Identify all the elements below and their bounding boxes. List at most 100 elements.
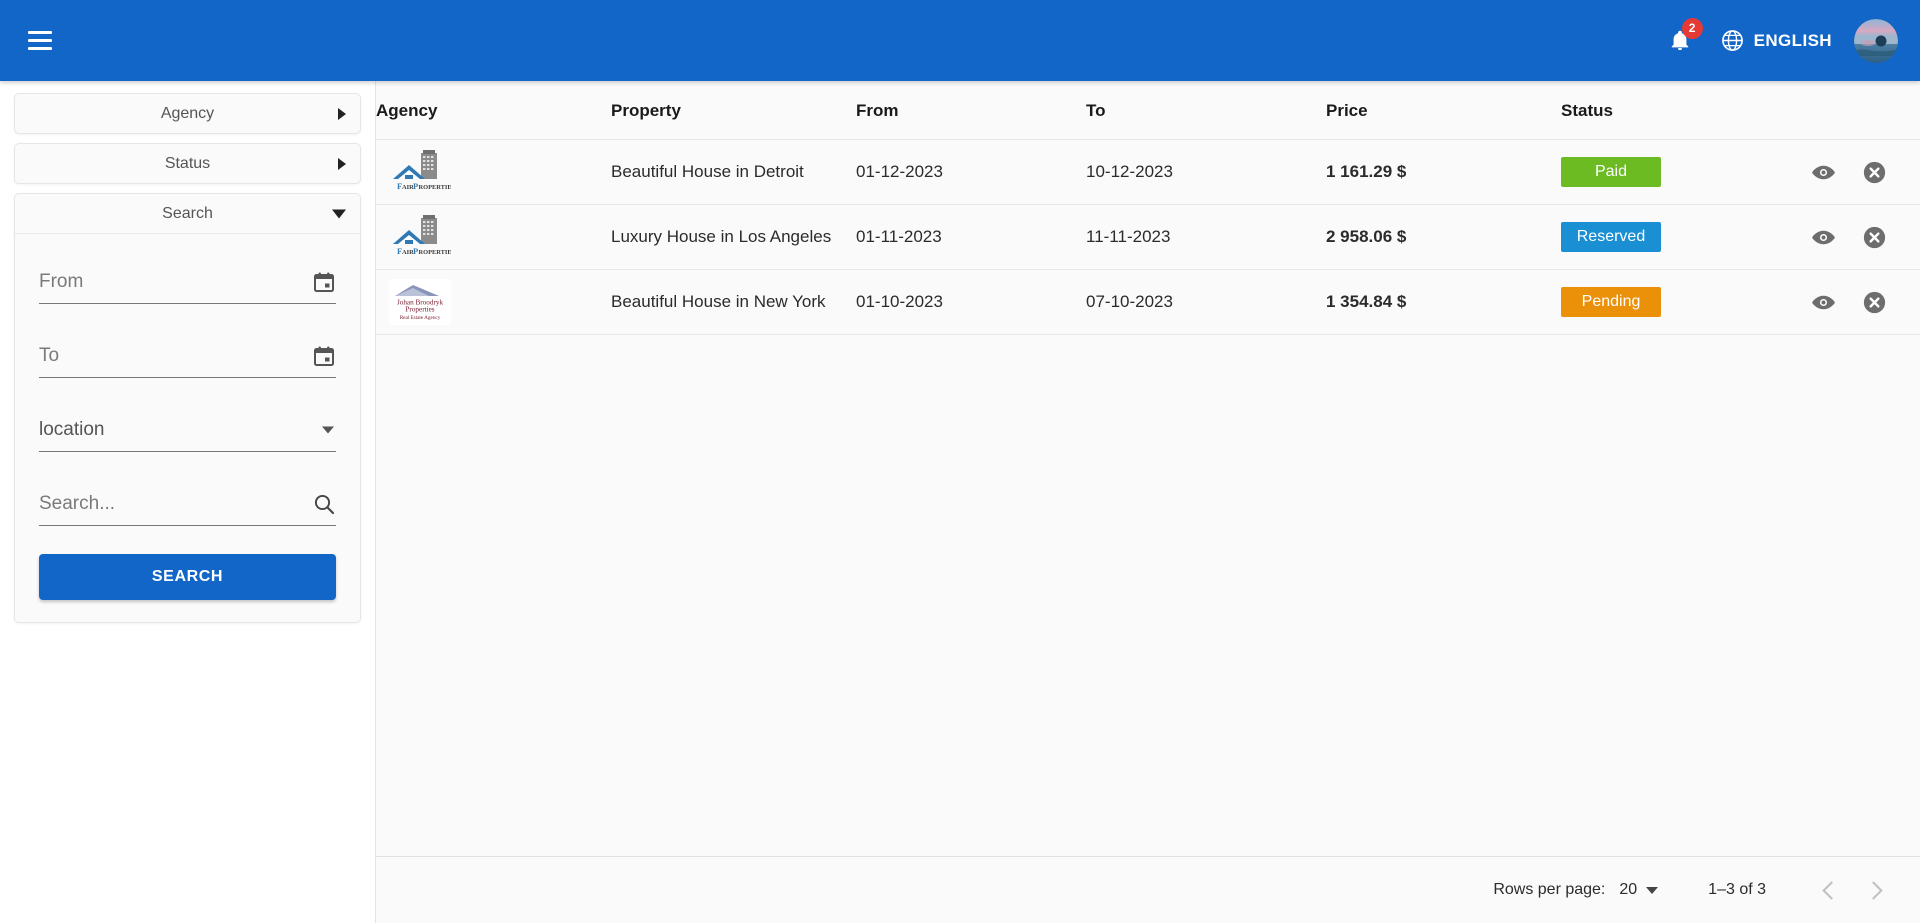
cell-price: 1 354.84 $ (1326, 269, 1561, 335)
cell-actions (1811, 139, 1920, 205)
caret-right-icon (338, 107, 346, 120)
table-row[interactable]: F AIR P ROPERTIES Luxury House in Los An… (376, 204, 1920, 270)
cancel-circle-icon[interactable] (1862, 225, 1887, 250)
cell-property: Luxury House in Los Angeles (611, 204, 856, 270)
search-button[interactable]: SEARCH (39, 554, 336, 600)
avatar[interactable] (1854, 18, 1898, 63)
search-icon[interactable] (312, 492, 336, 516)
globe-icon (1721, 30, 1743, 51)
johan-broodryk-properties-logo: Johan Broodryk Properties Real Estate Ag… (389, 279, 451, 325)
to-date-input[interactable] (39, 344, 336, 367)
panel-agency: Agency (14, 93, 361, 134)
previous-page-button[interactable] (1806, 867, 1852, 913)
cell-price: 2 958.06 $ (1326, 204, 1561, 270)
row-actions (1811, 290, 1920, 315)
cell-agency: F AIR P ROPERTIES (376, 204, 611, 270)
next-page-button[interactable] (1852, 867, 1898, 913)
notifications-button[interactable]: 2 (1665, 17, 1703, 61)
status-badge: Paid (1561, 157, 1661, 187)
hamburger-menu-icon[interactable] (16, 17, 64, 65)
fair-properties-logo: F AIR P ROPERTIES (393, 150, 452, 191)
table-header: Agency Property From To Price Status (376, 81, 1920, 140)
bookings-table-area: Agency Property From To Price Status F A… (376, 81, 1920, 856)
table-pagination: Rows per page: 20 1–3 of 3 (376, 856, 1920, 923)
cancel-circle-icon[interactable] (1862, 290, 1887, 315)
panel-search: Search From To location Search... SEARCH (14, 193, 361, 623)
cell-from: 01-12-2023 (856, 139, 1086, 205)
filter-sidebar: Agency Status Search From To location Se… (0, 81, 376, 923)
cell-status: Reserved (1561, 204, 1811, 270)
search-form: location SEARCH (15, 233, 360, 622)
row-actions (1811, 225, 1920, 250)
column-header-status[interactable]: Status (1561, 81, 1811, 140)
table-header-row: Agency Property From To Price Status (376, 81, 1920, 140)
hamburger-bar (28, 39, 52, 42)
keyword-search-field[interactable] (39, 482, 336, 526)
eye-icon[interactable] (1811, 290, 1836, 315)
search-input[interactable] (39, 492, 336, 515)
status-badge: Reserved (1561, 222, 1661, 252)
cell-agency: Johan Broodryk Properties Real Estate Ag… (376, 269, 611, 335)
panel-search-header[interactable]: Search (15, 194, 360, 233)
calendar-icon[interactable] (312, 344, 336, 368)
cell-price: 1 161.29 $ (1326, 139, 1561, 205)
cell-agency: F AIR P ROPERTIES (376, 139, 611, 205)
cell-to: 11-11-2023 (1086, 204, 1326, 270)
cancel-circle-icon[interactable] (1862, 160, 1887, 185)
panel-agency-title: Agency (160, 104, 215, 122)
eye-icon[interactable] (1811, 225, 1836, 250)
table-body: F AIR P ROPERTIES Beautiful House in Det… (376, 139, 1920, 335)
panel-status-header[interactable]: Status (15, 144, 360, 183)
location-select-label: location (39, 418, 105, 440)
language-selector[interactable]: ENGLISH (1721, 29, 1832, 52)
chevron-down-icon (322, 426, 334, 433)
panel-search-title: Search (162, 204, 213, 222)
user-avatar (1854, 18, 1898, 63)
cell-status: Paid (1561, 139, 1811, 205)
svg-text:ROPERTIES: ROPERTIES (419, 249, 452, 256)
bookings-table: Agency Property From To Price Status F A… (376, 81, 1920, 335)
cell-actions (1811, 204, 1920, 270)
cell-from: 01-11-2023 (856, 204, 1086, 270)
cell-actions (1811, 269, 1920, 335)
to-date-field[interactable] (39, 334, 336, 378)
eye-icon[interactable] (1811, 160, 1836, 185)
column-header-from[interactable]: From (856, 81, 1086, 140)
pagination-range-label: 1–3 of 3 (1708, 881, 1766, 898)
table-row[interactable]: Johan Broodryk Properties Real Estate Ag… (376, 269, 1920, 335)
top-app-bar: 2 ENGLISH (0, 0, 1920, 81)
chevron-left-icon (1821, 880, 1841, 900)
cell-property: Beautiful House in New York (611, 269, 856, 335)
caret-down-icon (332, 209, 346, 218)
panel-agency-header[interactable]: Agency (15, 94, 360, 133)
from-date-field[interactable] (39, 260, 336, 304)
fair-properties-logo: F AIR P ROPERTIES (393, 215, 452, 256)
caret-right-icon (338, 157, 346, 170)
panel-status: Status (14, 143, 361, 184)
svg-text:ROPERTIES: ROPERTIES (419, 184, 452, 191)
status-badge: Pending (1561, 287, 1661, 317)
cell-from: 01-10-2023 (856, 269, 1086, 335)
page-body: Agency Status Search From To location Se… (0, 81, 1920, 923)
table-row[interactable]: F AIR P ROPERTIES Beautiful House in Det… (376, 139, 1920, 205)
column-header-property[interactable]: Property (611, 81, 856, 140)
chevron-down-icon (1646, 886, 1659, 894)
rows-per-page-select[interactable]: 20 (1619, 881, 1659, 899)
hamburger-bar (28, 47, 52, 50)
hamburger-bar (28, 31, 52, 34)
notification-badge: 2 (1681, 17, 1703, 39)
rows-per-page-label: Rows per page: (1493, 881, 1606, 898)
calendar-icon[interactable] (312, 270, 336, 294)
row-actions (1811, 160, 1920, 185)
language-label: ENGLISH (1753, 30, 1832, 50)
column-header-price[interactable]: Price (1326, 81, 1561, 140)
column-header-agency[interactable]: Agency (376, 81, 611, 140)
column-header-actions (1811, 81, 1920, 140)
column-header-to[interactable]: To (1086, 81, 1326, 140)
from-date-input[interactable] (39, 270, 336, 293)
location-select[interactable]: location (39, 408, 336, 452)
appbar-actions: 2 ENGLISH (1665, 17, 1898, 63)
main-content: Agency Property From To Price Status F A… (376, 81, 1920, 923)
cell-to: 07-10-2023 (1086, 269, 1326, 335)
svg-text:Properties: Properties (405, 306, 434, 314)
